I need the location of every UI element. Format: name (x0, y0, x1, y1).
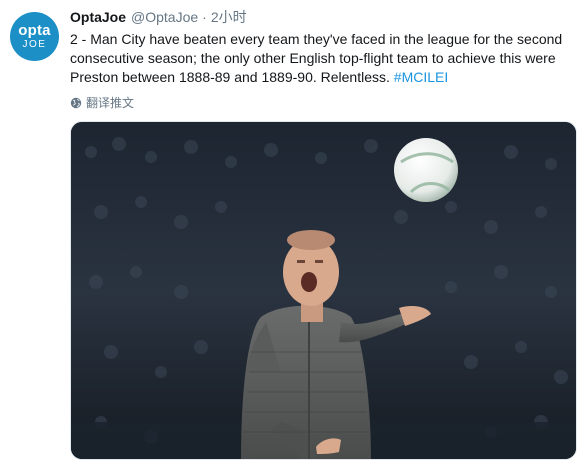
tweet-photo[interactable] (70, 121, 577, 460)
tweet-text: 2 - Man City have beaten every team they… (70, 30, 570, 87)
tweet-text-line: 2 - Man City have beaten every team they… (70, 31, 563, 47)
translate-button[interactable]: 翻译推文 (70, 94, 134, 111)
translate-label: 翻译推文 (86, 96, 135, 110)
display-name[interactable]: OptaJoe (70, 9, 126, 25)
handle[interactable]: @OptaJoe (131, 9, 198, 25)
tweet-text-line: Preston between 1888-89 and 1889-90. Rel… (70, 68, 570, 87)
hashtag-link[interactable]: #MCILEI (394, 69, 448, 85)
tweet-text-line: consecutive season; the only other Engli… (70, 50, 556, 66)
tweet-text-fragment: Preston between 1888-89 and 1889-90. Rel… (70, 69, 394, 85)
avatar-logo-text: opta (18, 22, 51, 39)
timestamp[interactable]: 2小时 (211, 7, 247, 27)
globe-icon (70, 97, 82, 108)
avatar[interactable]: opta JOE (10, 12, 59, 61)
separator-dot: · (202, 9, 207, 25)
tweet-header: OptaJoe @OptaJoe · 2小时 (70, 8, 247, 26)
photo-illustration (71, 122, 576, 459)
avatar-logo-subtext: JOE (22, 39, 47, 50)
